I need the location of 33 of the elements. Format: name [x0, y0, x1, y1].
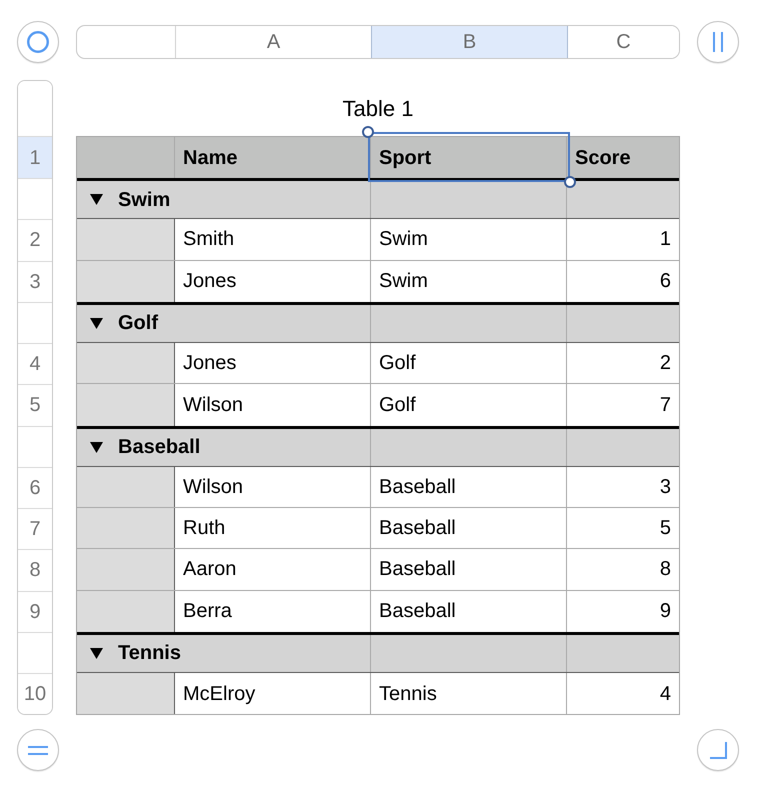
- resize-button[interactable]: [697, 729, 739, 772]
- add-row-button[interactable]: [17, 729, 59, 772]
- group-label: Tennis: [118, 641, 181, 666]
- ring-icon: [27, 31, 49, 53]
- selection-handle[interactable]: [362, 126, 374, 138]
- corner-icon: [710, 742, 726, 759]
- column-heading: Sport: [379, 146, 432, 170]
- group-label: Swim: [118, 188, 170, 213]
- selection-handle[interactable]: [564, 176, 576, 188]
- horizontal-bars-icon: [28, 746, 48, 755]
- table-title: Table 1: [342, 94, 414, 122]
- group-label: Golf: [118, 311, 158, 336]
- group-label: Baseball: [118, 435, 200, 460]
- select-table-button[interactable]: [17, 21, 59, 63]
- column-heading: Score: [575, 146, 631, 170]
- row-header[interactable]: 7: [18, 508, 52, 550]
- table-cell: Baseball: [371, 590, 567, 632]
- vertical-bars-icon: [713, 32, 723, 52]
- table-cell: Berra: [175, 590, 371, 632]
- row-header[interactable]: 4: [18, 343, 52, 384]
- disclosure-triangle-icon[interactable]: [90, 442, 103, 453]
- column-heading: Name: [183, 146, 238, 170]
- add-column-button[interactable]: [697, 21, 739, 63]
- row-header[interactable]: 1: [18, 136, 52, 178]
- table-cell: Jones: [175, 260, 371, 302]
- disclosure-triangle-icon[interactable]: [90, 318, 103, 329]
- disclosure-triangle-icon[interactable]: [90, 648, 103, 659]
- row-header[interactable]: 10: [18, 673, 52, 714]
- column-header[interactable]: C: [567, 26, 679, 58]
- row-header[interactable]: [18, 178, 52, 220]
- disclosure-triangle-icon[interactable]: [90, 194, 103, 206]
- column-header[interactable]: B: [371, 26, 567, 58]
- table-cell: Swim: [371, 260, 567, 302]
